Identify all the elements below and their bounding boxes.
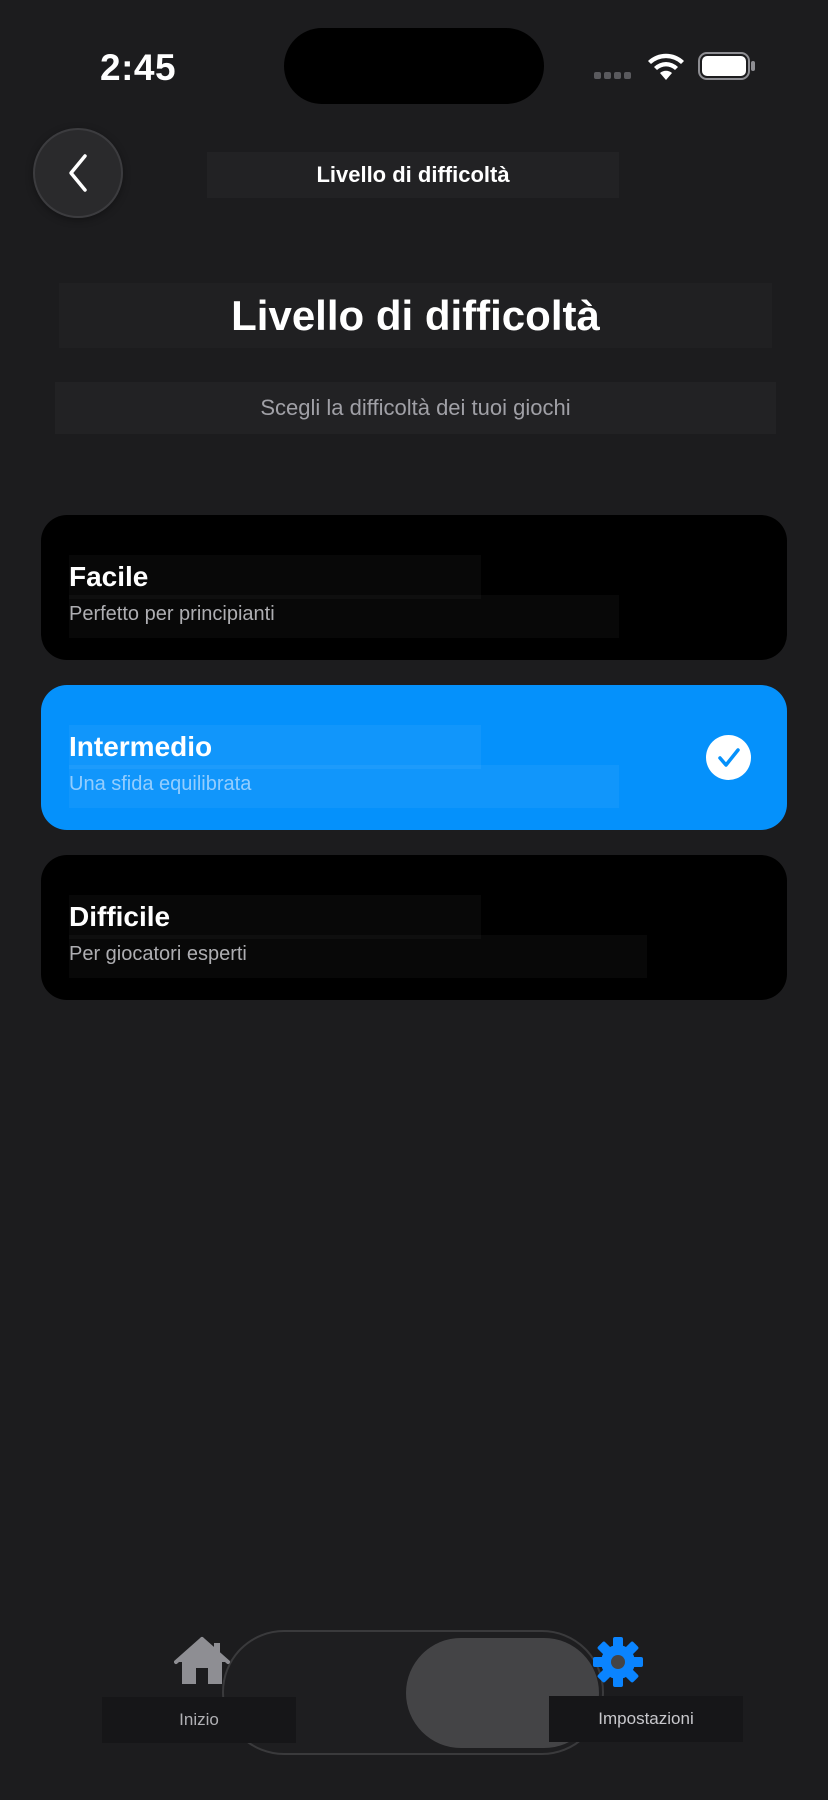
dynamic-island [284,28,544,104]
difficulty-option-intermediate[interactable]: Intermedio Una sfida equilibrata [41,685,787,830]
option-title: Difficile [69,901,171,932]
option-subtitle: Per giocatori esperti [69,943,247,965]
back-button[interactable] [33,128,123,218]
option-title: Facile [69,561,149,592]
difficulty-option-hard[interactable]: Difficile Per giocatori esperti [41,855,787,1000]
screen: 2:45 Livello di difficoltà Livello di di… [0,0,828,1800]
page-title: Livello di difficoltà [59,283,772,348]
tab-home[interactable]: Inizio [102,1697,296,1743]
page-subtitle: Scegli la difficoltà dei tuoi giochi [55,382,776,434]
option-subtitle: Una sfida equilibrata [69,773,252,795]
status-time: 2:45 [100,47,177,88]
house-icon[interactable] [174,1636,230,1686]
gear-icon[interactable] [592,1636,644,1688]
nav-title: Livello di difficoltà [207,152,619,198]
wifi-icon [648,53,684,80]
battery-icon [698,52,755,80]
option-subtitle: Perfetto per principianti [69,603,275,625]
cellular-signal-icon [594,72,634,80]
checkmark-icon [706,735,751,780]
tab-settings[interactable]: Impostazioni [549,1696,743,1742]
option-title: Intermedio [69,731,213,762]
difficulty-option-easy[interactable]: Facile Perfetto per principianti [41,515,787,660]
chevron-left-icon [69,154,87,192]
